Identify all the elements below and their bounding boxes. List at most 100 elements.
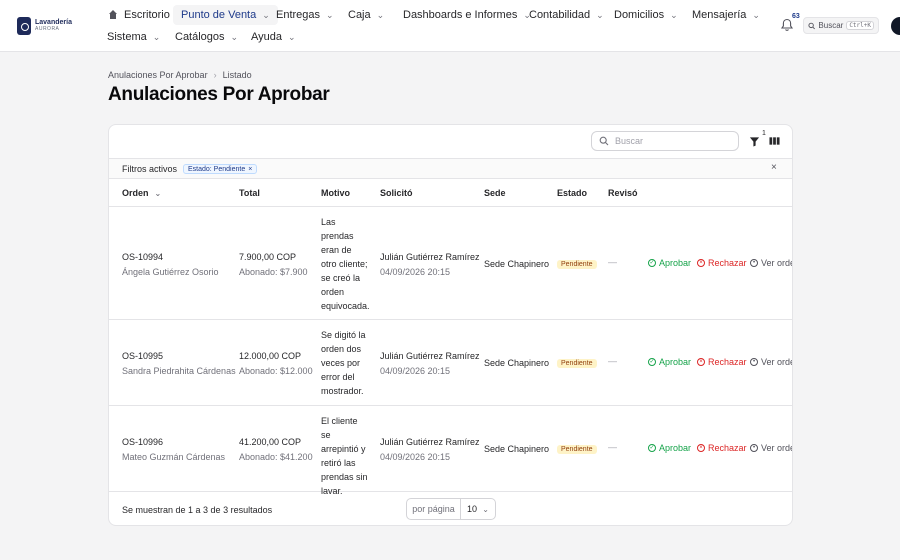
view-order-button[interactable]: • Ver orden (750, 258, 792, 268)
nav-contabilidad[interactable]: Contabilidad ⌄ (521, 5, 612, 25)
check-circle-icon: ✓ (648, 358, 656, 366)
global-search-button[interactable]: Buscar Ctrl+K (803, 17, 879, 34)
nav-contabilidad-label: Contabilidad (529, 9, 591, 21)
x-circle-icon: × (697, 358, 705, 366)
nav-sistema[interactable]: Sistema ⌄ (99, 27, 168, 47)
breadcrumb: Anulaciones Por Aprobar › Listado (108, 70, 252, 80)
search-icon (808, 22, 815, 29)
nav-mensajeria[interactable]: Mensajería ⌄ (684, 5, 768, 25)
chevron-down-icon: ⌄ (482, 504, 489, 514)
brand-subname: AURORA (35, 26, 60, 32)
order-paid: Abonado: $41.200 (239, 452, 313, 462)
reject-label: Rechazar (708, 357, 747, 367)
table-row: OS-10996 Mateo Guzmán Cárdenas 41.200,00… (109, 406, 792, 496)
chevron-down-icon: ⌄ (230, 31, 239, 42)
view-order-button[interactable]: • Ver orden (750, 443, 792, 453)
chevron-down-icon: ⌄ (288, 31, 296, 42)
clear-filters-button[interactable]: × (771, 162, 777, 173)
order-paid: Abonado: $12.000 (239, 366, 313, 376)
nav-catalogos[interactable]: Catálogos ⌄ (167, 27, 246, 47)
eye-icon: • (750, 259, 758, 267)
request-date: 04/09/2026 20:15 (380, 267, 451, 277)
table-row: OS-10994 Ángela Gutiérrez Osorio 7.900,0… (109, 207, 792, 320)
nav-ayuda-label: Ayuda (251, 31, 282, 43)
nav-sistema-label: Sistema (107, 31, 147, 43)
user-avatar[interactable] (891, 17, 900, 35)
filter-chip-label: Estado: Pendiente (188, 165, 246, 173)
filter-chip-estado[interactable]: Estado: Pendiente × (183, 164, 258, 174)
nav-domicilios[interactable]: Domicilios ⌄ (606, 5, 686, 25)
close-icon[interactable]: × (248, 166, 252, 173)
nav-escritorio[interactable]: Escritorio (100, 5, 178, 25)
notifications-bell-icon[interactable] (780, 18, 794, 32)
requester-name: Julián Gutiérrez Ramírez (380, 351, 480, 361)
order-total: 41.200,00 COP (239, 437, 302, 447)
approve-button[interactable]: ✓ Aprobar (648, 258, 691, 268)
nav-mensajeria-label: Mensajería (692, 9, 747, 21)
nav-caja[interactable]: Caja ⌄ (340, 5, 392, 25)
nav-punto-venta[interactable]: Punto de Venta ⌄ (173, 5, 278, 25)
chevron-down-icon: ⌄ (596, 9, 604, 20)
active-filters-bar: Filtros activos Estado: Pendiente × × (109, 158, 792, 179)
table-search-input[interactable]: Buscar (591, 131, 739, 151)
column-header-sede: Sede (484, 188, 506, 198)
nav-dashboards[interactable]: Dashboards e Informes ⌄ (395, 5, 539, 25)
per-page-label: por página (407, 499, 461, 519)
branch-name: Sede Chapinero (484, 259, 550, 269)
approve-label: Aprobar (659, 357, 692, 367)
logo-icon (17, 17, 31, 35)
approve-label: Aprobar (659, 258, 692, 268)
view-order-label: Ver orden (761, 443, 792, 453)
breadcrumb-item-listado: Listado (222, 70, 252, 80)
global-search-label: Buscar (818, 21, 844, 30)
columns-toggle-icon[interactable] (767, 134, 781, 148)
column-header-orden[interactable]: Orden ⌄ (122, 188, 161, 198)
per-page-select[interactable]: por página 10 ⌄ (406, 498, 496, 520)
brand-logo[interactable]: Lavandería AURORA (17, 17, 72, 35)
approve-button[interactable]: ✓ Aprobar (648, 443, 691, 453)
eye-icon: • (750, 358, 758, 366)
pagination-summary: Se muestran de 1 a 3 de 3 resultados (122, 505, 273, 515)
nav-catalogos-label: Catálogos (175, 31, 225, 43)
search-icon (599, 136, 609, 146)
breadcrumb-item-anulaciones[interactable]: Anulaciones Por Aprobar (108, 70, 208, 80)
order-id[interactable]: OS-10995 (122, 349, 236, 364)
client-name: Ángela Gutiérrez Osorio (122, 267, 219, 277)
status-badge: Pendiente (557, 359, 597, 368)
status-badge: Pendiente (557, 445, 597, 454)
nav-dashboards-label: Dashboards e Informes (403, 9, 518, 21)
order-id[interactable]: OS-10996 (122, 435, 225, 450)
approve-label: Aprobar (659, 443, 692, 453)
annulments-table-card: Buscar 1 Filtros activos Estado: Pendien… (108, 124, 793, 526)
order-id[interactable]: OS-10994 (122, 250, 219, 265)
request-date: 04/09/2026 20:15 (380, 452, 451, 462)
nav-entregas[interactable]: Entregas ⌄ (268, 5, 342, 25)
reject-button[interactable]: × Rechazar (697, 443, 747, 453)
brand-name: Lavandería (35, 19, 72, 26)
view-order-label: Ver orden (761, 357, 792, 367)
table-row: OS-10995 Sandra Piedrahita Cárdenas 12.0… (109, 320, 792, 406)
reject-button[interactable]: × Rechazar (697, 357, 747, 367)
requester-name: Julián Gutiérrez Ramírez (380, 437, 480, 447)
order-paid: Abonado: $7.900 (239, 267, 308, 277)
reviewer-name: — (608, 257, 617, 267)
filter-icon[interactable] (747, 134, 761, 148)
annulment-reason: El cliente se arrepintió y retiró las pr… (321, 416, 368, 496)
requester-name: Julián Gutiérrez Ramírez (380, 252, 480, 262)
annulment-reason: Las prendas eran de otro cliente; se cre… (321, 217, 370, 311)
column-header-total: Total (239, 188, 260, 198)
approve-button[interactable]: ✓ Aprobar (648, 357, 691, 367)
filter-count-badge: 1 (762, 130, 766, 137)
chevron-down-icon: ⌄ (670, 9, 678, 20)
reviewer-name: — (608, 356, 617, 366)
top-navbar: Lavandería AURORA Escritorio Punto de Ve… (0, 0, 900, 52)
client-name: Sandra Piedrahita Cárdenas (122, 366, 236, 376)
breadcrumb-separator: › (213, 70, 217, 80)
column-header-estado: Estado (557, 188, 588, 198)
active-filters-label: Filtros activos (122, 164, 178, 174)
nav-punto-venta-label: Punto de Venta (181, 9, 257, 21)
view-order-button[interactable]: • Ver orden (750, 357, 792, 367)
reject-button[interactable]: × Rechazar (697, 258, 747, 268)
view-order-label: Ver orden (761, 258, 792, 268)
nav-ayuda[interactable]: Ayuda ⌄ (243, 27, 304, 47)
